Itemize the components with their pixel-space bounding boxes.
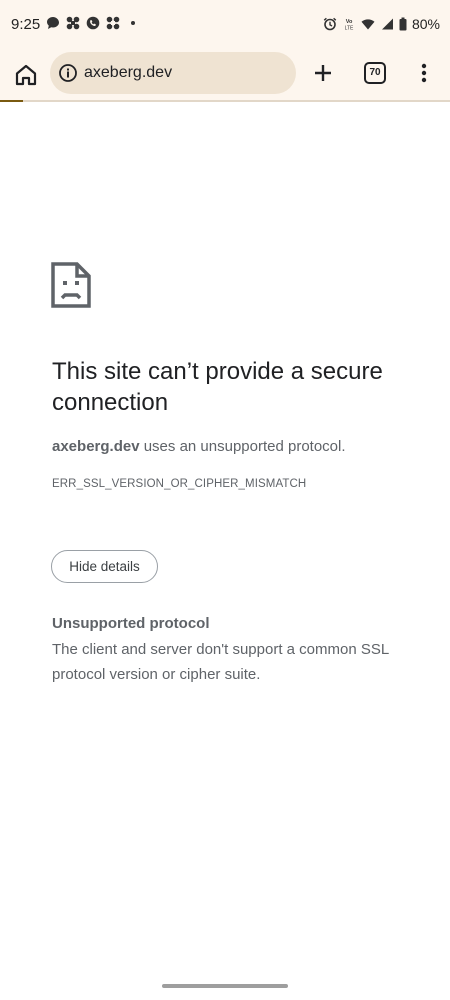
- status-bar: 9:25 Vo LTE 80%: [0, 0, 450, 50]
- details-body: The client and server don't support a co…: [52, 641, 389, 683]
- svg-text:Vo: Vo: [346, 19, 353, 25]
- battery-percent: 80%: [411, 16, 440, 32]
- url-text[interactable]: axeberg.dev: [84, 64, 172, 82]
- status-time: 9:25: [11, 16, 41, 33]
- progress-fill: [0, 100, 23, 102]
- tab-count: 70: [369, 67, 381, 78]
- tab-switcher-button[interactable]: 70: [364, 62, 386, 84]
- battery-icon: [399, 17, 407, 31]
- wifi-icon: [361, 19, 375, 30]
- volte-icon: VoLTE: [345, 19, 354, 32]
- new-tab-icon[interactable]: [311, 61, 335, 85]
- system-icons: Vo LTE 80%: [323, 16, 440, 32]
- error-host: axeberg.dev: [52, 438, 140, 455]
- home-icon[interactable]: [12, 61, 40, 89]
- more-options-icon[interactable]: [416, 60, 432, 86]
- info-icon[interactable]: [58, 63, 78, 83]
- hide-details-button[interactable]: Hide details: [51, 550, 158, 583]
- call-icon: [86, 16, 100, 30]
- dot-icon: [131, 21, 135, 25]
- error-title: This site can’t provide a secure connect…: [52, 358, 383, 416]
- svg-text:LTE: LTE: [345, 26, 354, 32]
- signal-icon: [381, 18, 393, 30]
- details-heading: Unsupported protocol: [52, 615, 210, 632]
- chat-bubble-icon: [47, 17, 59, 29]
- error-description: axeberg.dev uses an unsupported protocol…: [52, 438, 346, 455]
- address-bar[interactable]: axeberg.dev: [50, 52, 296, 94]
- browser-toolbar: axeberg.dev 70: [0, 50, 450, 100]
- error-code: ERR_SSL_VERSION_OR_CIPHER_MISMATCH: [52, 478, 307, 490]
- page-load-progress: [0, 100, 450, 102]
- app-icon: [66, 16, 80, 30]
- app-icon: [106, 16, 120, 30]
- sad-page-icon: [51, 262, 91, 308]
- gesture-nav-bar[interactable]: [162, 984, 288, 988]
- error-description-text: uses an unsupported protocol.: [139, 438, 346, 455]
- alarm-icon: [323, 17, 337, 31]
- notification-icons: [46, 16, 140, 30]
